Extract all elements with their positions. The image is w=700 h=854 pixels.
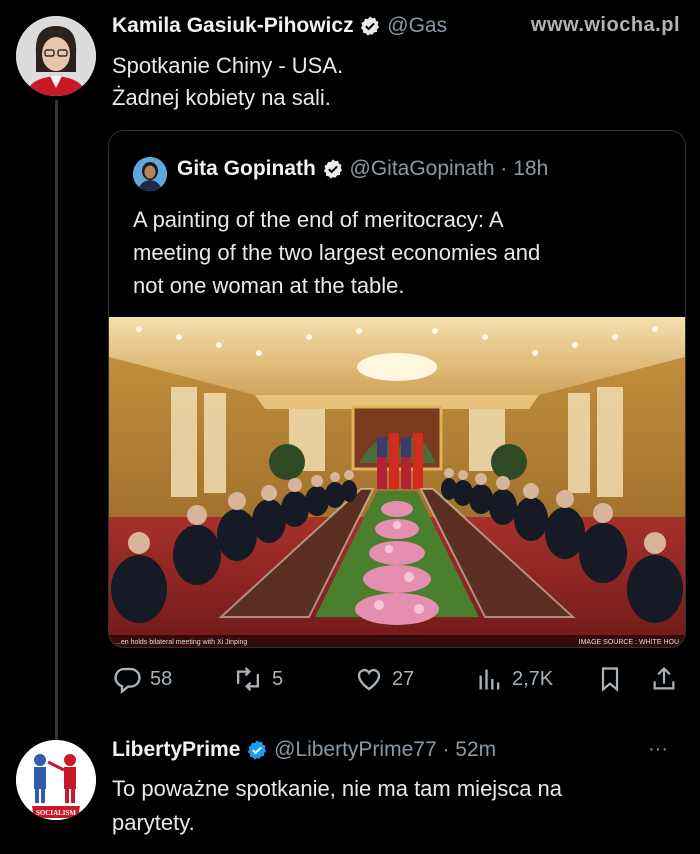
bookmark-button[interactable]: [596, 664, 624, 694]
quoted-tweet[interactable]: Gita Gopinath @GitaGopinath · 18h A pain…: [108, 130, 686, 648]
tweet-text-line: Żadnej kobiety na sali.: [112, 85, 331, 110]
views-count: 2,7K: [512, 667, 554, 690]
woman-portrait-icon: [16, 16, 96, 96]
watermark: www.wiocha.pl: [530, 14, 680, 36]
image-caption-left: ...en holds bilateral meeting with Xi Ji…: [115, 639, 247, 646]
quoted-author-handle: @GitaGopinath: [349, 157, 495, 180]
reply-author-handle[interactable]: @LibertyPrime77: [274, 738, 437, 761]
tweet-text: Spotkanie Chiny - USA. Żadnej kobiety na…: [112, 50, 343, 114]
quoted-text-line: A painting of the end of meritocracy: A: [133, 207, 504, 232]
like-count: 27: [392, 667, 415, 690]
reply-text-line: To poważne spotkanie, nie ma tam miejsca…: [112, 776, 563, 801]
avatar-text: SOCIALISM: [36, 809, 76, 817]
like-button[interactable]: 27: [354, 664, 414, 694]
bookmark-icon: [601, 667, 619, 692]
quoted-text: A painting of the end of meritocracy: A …: [133, 203, 673, 302]
retweet-button[interactable]: 5: [232, 664, 283, 694]
more-options-icon[interactable]: ···: [648, 738, 668, 761]
socialism-poster-icon: SOCIALISM: [16, 740, 96, 820]
author-handle[interactable]: @Gas: [387, 14, 447, 37]
image-caption-right: IMAGE SOURCE : WHITE HOU: [579, 639, 679, 646]
reply-count: 58: [150, 667, 173, 690]
meeting-room-photo: ...en holds bilateral meeting with Xi Ji…: [109, 317, 685, 647]
reply-author-avatar[interactable]: SOCIALISM: [16, 740, 96, 820]
tweet-header: Kamila Gasiuk-Pihowicz @Gas: [112, 14, 532, 44]
views-button[interactable]: 2,7K: [476, 664, 553, 694]
quoted-text-line: meeting of the two largest economies and: [133, 240, 541, 265]
quoted-header: Gita Gopinath @GitaGopinath · 18h: [177, 157, 677, 181]
verified-badge-icon: [361, 16, 380, 37]
meeting-photo[interactable]: ...en holds bilateral meeting with Xi Ji…: [109, 317, 685, 647]
reply-timestamp: · 52m: [442, 738, 497, 761]
thread-line: [55, 100, 58, 742]
quoted-text-line: not one woman at the table.: [133, 273, 405, 298]
tweet-text-line: Spotkanie Chiny - USA.: [112, 53, 344, 78]
author-name[interactable]: Kamila Gasiuk-Pihowicz: [112, 14, 354, 37]
retweet-icon: [236, 667, 260, 691]
author-avatar[interactable]: [16, 16, 96, 96]
quoted-timestamp: · 18h: [500, 157, 549, 180]
share-button[interactable]: [650, 664, 678, 694]
reply-text-line: parytety.: [112, 810, 195, 835]
reply-author-name[interactable]: LibertyPrime: [112, 738, 240, 761]
woman-portrait-icon: [133, 157, 167, 191]
verified-badge-icon: [248, 740, 267, 761]
heart-icon: [357, 668, 381, 691]
reply-header: LibertyPrime @LibertyPrime77 · 52m: [112, 738, 592, 762]
reply-button[interactable]: 58: [112, 664, 172, 694]
reply-icon: [114, 667, 141, 694]
quoted-author-avatar: [133, 157, 167, 191]
quoted-author-name: Gita Gopinath: [177, 157, 316, 180]
reply-text: To poważne spotkanie, nie ma tam miejsca…: [112, 772, 562, 840]
views-chart-icon: [479, 669, 500, 690]
verified-badge-icon: [323, 159, 342, 180]
retweet-count: 5: [272, 667, 284, 690]
share-icon: [653, 666, 675, 690]
